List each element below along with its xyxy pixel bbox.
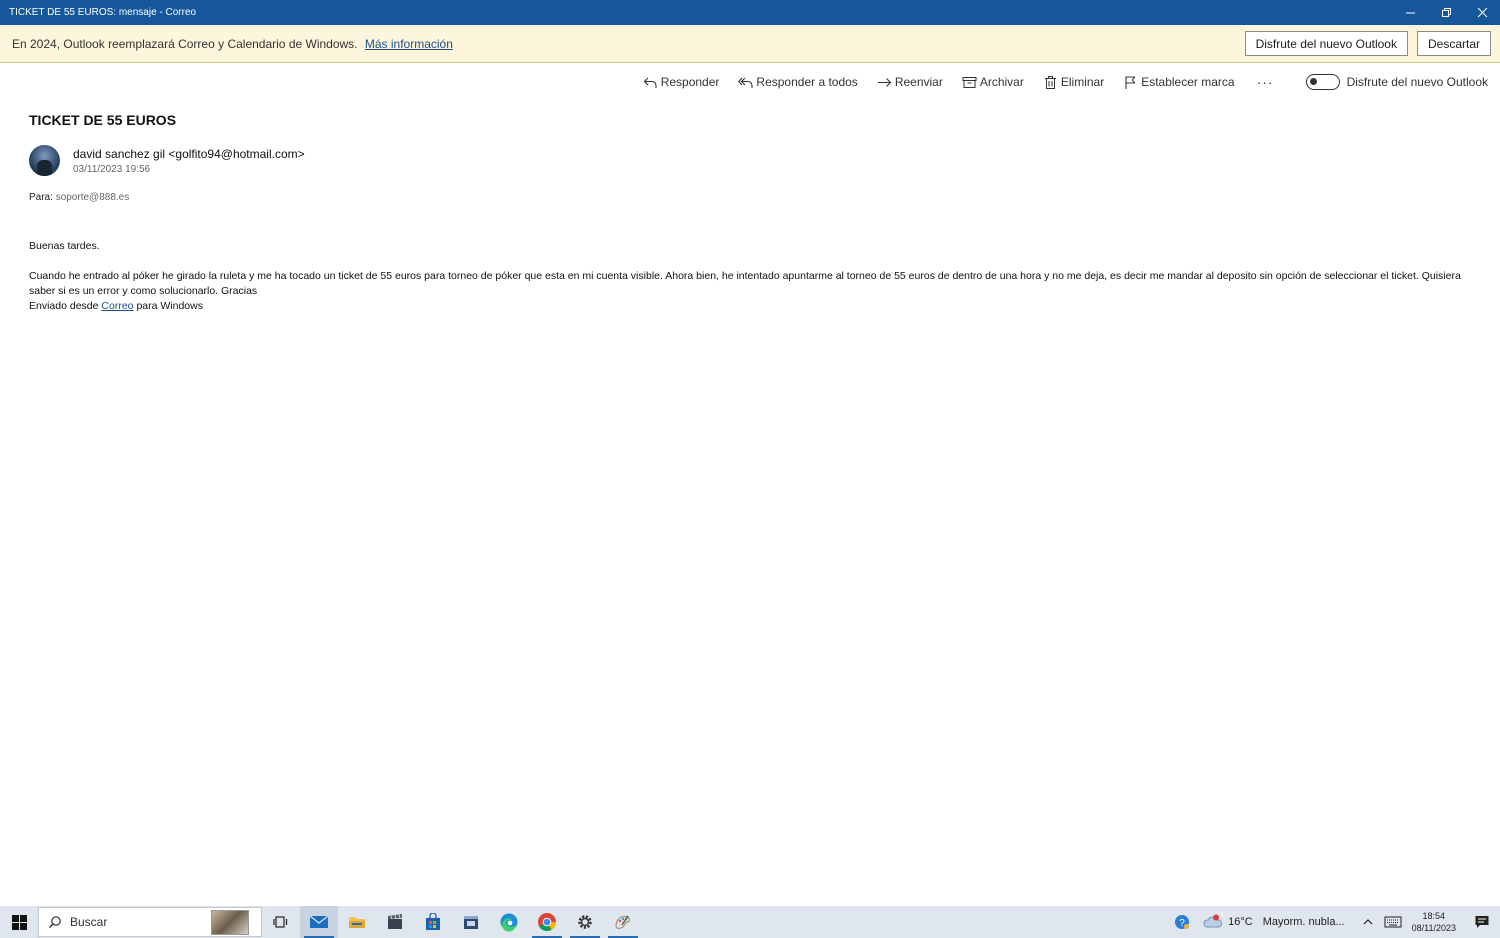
close-icon	[1477, 7, 1487, 18]
help-icon: ?	[1175, 915, 1190, 929]
taskbar-file-explorer[interactable]	[338, 906, 376, 938]
taskbar: Buscar ? 1 16°C Mayorm. nubla... 18:54 0…	[0, 906, 1500, 938]
search-icon	[49, 916, 61, 928]
help-tray-button[interactable]: ?	[1167, 906, 1197, 938]
banner-message: En 2024, Outlook reemplazará Correo y Ca…	[12, 36, 358, 51]
edge-icon	[500, 913, 518, 932]
chrome-icon	[538, 913, 556, 932]
more-icon: ···	[1256, 74, 1274, 90]
more-info-link[interactable]: Más información	[365, 37, 453, 51]
flag-icon	[1125, 75, 1136, 89]
film-icon	[464, 916, 478, 929]
task-view-button[interactable]	[262, 906, 300, 938]
forward-icon	[877, 77, 892, 87]
notifications-button[interactable]	[1464, 906, 1500, 938]
outlook-banner: En 2024, Outlook reemplazará Correo y Ca…	[0, 25, 1500, 63]
search-label: Buscar	[70, 915, 108, 929]
reply-all-icon	[738, 77, 753, 88]
weather-temp: 16°C	[1228, 916, 1253, 928]
to-label: Para:	[29, 192, 53, 203]
trash-icon	[1044, 75, 1056, 89]
restore-button[interactable]	[1428, 0, 1464, 25]
title-bar: TICKET DE 55 EUROS: mensaje - Correo	[0, 0, 1500, 25]
minimize-button[interactable]	[1392, 0, 1428, 25]
signature: Enviado desde Correo para Windows	[29, 300, 203, 312]
recipient-line: Para: soporte@888.es	[29, 192, 129, 203]
taskbar-search[interactable]: Buscar	[38, 907, 262, 937]
message-toolbar: Responder Responder a todos Reenviar Arc…	[624, 64, 1488, 100]
greeting: Buenas tardes.	[29, 240, 100, 252]
dismiss-button[interactable]: Descartar	[1416, 31, 1491, 56]
message-subject: TICKET DE 55 EUROS	[29, 112, 177, 128]
weather-widget[interactable]: 1 16°C Mayorm. nubla...	[1197, 906, 1356, 938]
taskbar-store[interactable]	[414, 906, 452, 938]
sender-name[interactable]: david sanchez gil <golfito94@hotmail.com…	[73, 147, 305, 161]
flag-button[interactable]: Establecer marca	[1123, 75, 1235, 90]
close-button[interactable]	[1464, 0, 1500, 25]
clock-time: 18:54	[1422, 911, 1446, 921]
correo-link[interactable]: Correo	[101, 300, 133, 312]
reply-icon	[643, 77, 657, 88]
paint-icon	[615, 915, 630, 929]
archive-button[interactable]: Archivar	[962, 75, 1024, 90]
taskbar-paint[interactable]	[604, 906, 642, 938]
weather-badge: 1	[1220, 912, 1225, 919]
task-view-icon	[273, 916, 288, 928]
message-body: Buenas tardes. Cuando he entrado al póke…	[29, 239, 1474, 314]
window-title: TICKET DE 55 EUROS: mensaje - Correo	[9, 7, 197, 18]
clock[interactable]: 18:54 08/11/2023	[1412, 910, 1456, 934]
message-date: 03/11/2023 19:56	[73, 164, 151, 175]
search-highlight-image[interactable]	[211, 910, 249, 935]
delete-button[interactable]: Eliminar	[1043, 75, 1104, 90]
minimize-icon	[1405, 12, 1415, 14]
show-hidden-icons-button[interactable]	[1356, 906, 1380, 938]
sender-avatar[interactable]	[29, 145, 60, 176]
taskbar-edge[interactable]	[490, 906, 528, 938]
system-tray: ? 1 16°C Mayorm. nubla... 18:54 08/11/20…	[1167, 906, 1500, 938]
gear-icon	[578, 915, 592, 929]
archive-icon	[962, 76, 977, 88]
taskbar-settings[interactable]	[566, 906, 604, 938]
toggle-switch[interactable]	[1305, 74, 1340, 90]
start-button[interactable]	[0, 906, 38, 938]
reply-button[interactable]: Responder	[643, 75, 719, 90]
taskbar-mail[interactable]	[300, 906, 338, 938]
taskbar-video-editor[interactable]	[452, 906, 490, 938]
restore-icon	[1441, 8, 1451, 17]
try-new-outlook-button[interactable]: Disfrute del nuevo Outlook	[1244, 31, 1408, 56]
forward-button[interactable]: Reenviar	[877, 75, 943, 90]
clock-date: 08/11/2023	[1411, 923, 1456, 933]
new-outlook-toggle[interactable]: Disfrute del nuevo Outlook	[1305, 74, 1488, 90]
mail-icon	[309, 915, 329, 928]
body-text: Cuando he entrado al póker he girado la …	[29, 270, 1461, 297]
windows-icon	[11, 914, 27, 930]
reply-all-button[interactable]: Responder a todos	[738, 75, 858, 90]
chevron-up-icon	[1363, 919, 1373, 925]
more-options-button[interactable]: ···	[1257, 74, 1274, 90]
store-icon	[426, 913, 440, 930]
folder-icon	[349, 917, 365, 928]
taskbar-media-app[interactable]	[376, 906, 414, 938]
taskbar-chrome[interactable]	[528, 906, 566, 938]
recipient-address[interactable]: soporte@888.es	[56, 192, 130, 203]
clapperboard-icon	[388, 914, 402, 929]
keyboard-tray-button[interactable]	[1380, 906, 1406, 938]
notification-icon	[1475, 916, 1489, 928]
weather-desc: Mayorm. nubla...	[1262, 916, 1345, 928]
keyboard-icon	[1384, 916, 1402, 928]
